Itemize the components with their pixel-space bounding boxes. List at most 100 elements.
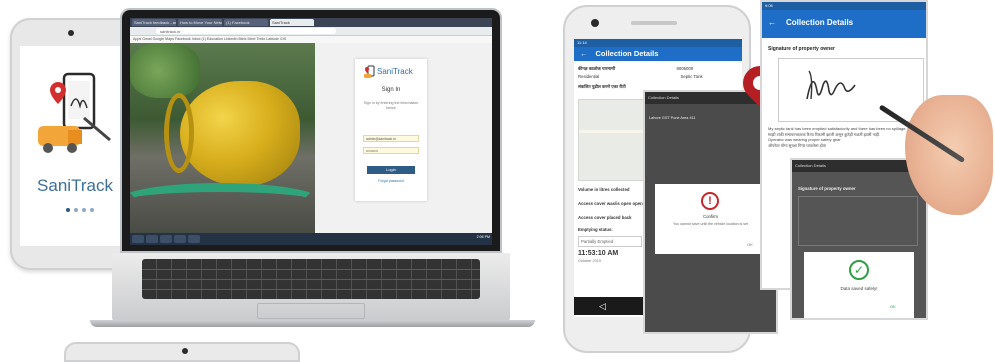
success-popup-screen: Collection Details Signature of property… — [790, 158, 928, 320]
app-title: SaniTrack — [37, 176, 113, 195]
windows-taskbar: 2:06 PM — [130, 233, 492, 245]
row-label: Residential — [578, 74, 600, 79]
sanitrack-logo-icon — [364, 65, 375, 78]
detail-row: Emptying status: — [578, 227, 613, 232]
success-dialog: ✓ Data saved safely! OK — [804, 252, 914, 318]
warning-icon: ! — [701, 192, 719, 210]
front-camera — [591, 19, 599, 27]
detail-row: संकलित पुढील करणे एका रीती — [578, 84, 626, 90]
trackpad — [257, 303, 365, 319]
dialog-message: You cannot save until the vehicle locati… — [673, 222, 748, 226]
status-bar: 11:14 — [574, 39, 742, 47]
back-arrow-icon[interactable]: ← — [580, 49, 588, 58]
taskbar-app[interactable] — [174, 235, 186, 243]
signature-pad[interactable] — [798, 196, 918, 246]
confirm-dialog: ! Confirm You cannot save until the vehi… — [655, 184, 766, 254]
browser-tab[interactable]: How to Move Your Network — [178, 19, 222, 26]
status-bar: 9:05 — [762, 2, 926, 10]
browser-tab-active[interactable]: SaniTrack — [270, 19, 314, 26]
detail-row: Volume in litres collected — [578, 187, 630, 192]
browser-tab-bar: SaniTrack feedback - admin How to Move Y… — [130, 18, 492, 27]
app-bar: ← Collection Details — [762, 10, 926, 38]
carousel-dot[interactable] — [74, 208, 78, 212]
signature-label: Signature of property owner — [798, 186, 856, 191]
login-button[interactable]: Login — [367, 166, 415, 174]
map-road — [579, 130, 649, 133]
declaration-line: My septic tank has been emptied satisfac… — [768, 126, 907, 131]
success-message: Data saved safely! — [840, 286, 878, 291]
brand-name: SaniTrack — [377, 67, 413, 76]
declaration-line: ऑपरेटर योग्य सुरक्षा गियर घातलेला होता — [768, 142, 827, 148]
dialog-ok-button[interactable]: OK — [747, 242, 753, 247]
tree-foliage — [130, 43, 200, 98]
signature-stroke — [806, 70, 856, 100]
carousel-dot[interactable] — [90, 208, 94, 212]
app-bar: ← Collection Details — [574, 47, 742, 61]
carousel-dot[interactable] — [82, 208, 86, 212]
dialog-title: Confirm — [702, 214, 719, 219]
bookmarks-bar[interactable]: Apps Gmail Google Maps Facebook Inbox (1… — [130, 36, 492, 43]
detail-row: Residential Septic Tank — [578, 74, 703, 79]
laptop-foot — [90, 320, 535, 327]
tank-hatch — [164, 93, 194, 173]
address-bar: sanitrack.in — [130, 27, 492, 36]
laptop-screen: SaniTrack feedback - admin How to Move Y… — [130, 18, 492, 245]
forgot-password-link[interactable]: Forgot password — [355, 179, 427, 183]
key-row — [142, 269, 480, 270]
declaration-text: My septic tank has been emptied satisfac… — [768, 126, 918, 148]
password-field[interactable]: •••••••••• — [363, 147, 419, 154]
taskbar-app[interactable] — [188, 235, 200, 243]
sanitrack-logo-icon — [38, 72, 111, 153]
check-icon: ✓ — [849, 260, 869, 280]
row-value: Septic Tank — [680, 74, 703, 79]
signature-label: Signature of property owner — [768, 46, 835, 52]
row-label: Access cover was/is open open — [578, 201, 643, 206]
login-panel: SaniTrack Sign In Sign in by entering th… — [315, 43, 492, 233]
email-field[interactable]: admin@sanitrack.in — [363, 135, 419, 142]
popup-row: Lahore GST Pune Area 411 — [649, 116, 696, 120]
location-map[interactable] — [578, 99, 649, 181]
row-label: कीनज्ञ काळोक पारमाणी — [578, 66, 616, 71]
browser-tab[interactable]: (1) Facebook — [224, 19, 268, 26]
yellow-tank — [180, 81, 300, 186]
detail-row: कीनज्ञ काळोक पारमाणी 8005000 — [578, 66, 693, 72]
row-value: 8005000 — [676, 66, 694, 71]
app-bar-title: Collection Details — [786, 18, 854, 27]
back-nav-icon[interactable]: ◁ — [599, 301, 606, 312]
row-label: Access cover placed back — [578, 215, 632, 220]
app-bar-title: Collection Details — [595, 49, 659, 58]
taskbar-app[interactable] — [146, 235, 158, 243]
splash-screen: SaniTrack — [20, 46, 130, 246]
green-hose — [130, 183, 315, 217]
taskbar-app[interactable] — [160, 235, 172, 243]
detail-row: Access cover placed back — [578, 215, 632, 220]
keyboard — [142, 259, 480, 299]
carousel-dot[interactable] — [66, 208, 70, 212]
back-arrow-icon[interactable]: ← — [768, 18, 776, 27]
start-button[interactable] — [132, 235, 144, 243]
carousel-dots — [60, 208, 100, 212]
sign-in-title: Sign In — [381, 87, 401, 93]
front-camera — [68, 30, 74, 36]
dialog-ok-button[interactable]: OK — [890, 304, 896, 309]
key-row — [142, 279, 480, 280]
speaker — [631, 21, 677, 25]
emptying-status-select[interactable]: Partially Emptied — [578, 236, 642, 247]
row-label: Volume in litres collected — [578, 187, 630, 192]
row-label: Emptying status: — [578, 227, 613, 232]
confirm-popup-screen: Collection Details Lahore GST Pune Area … — [643, 90, 778, 334]
front-camera — [182, 348, 188, 354]
signature-pad[interactable] — [778, 58, 924, 122]
row-label: संकलित पुढील करणे एका रीती — [578, 84, 626, 89]
detail-row: Access cover was/is open open — [578, 201, 643, 206]
hero-photo-vacuum-tanker — [130, 43, 315, 233]
laptop-base — [112, 253, 510, 323]
time-value: 11:53:10 AM — [578, 250, 619, 257]
browser-tab[interactable]: SaniTrack feedback - admin — [132, 19, 176, 26]
taskbar-clock: 2:06 PM — [476, 235, 490, 239]
sign-in-subtitle: Sign in by entering the information belo… — [363, 101, 419, 110]
login-card: SaniTrack Sign In Sign in by entering th… — [355, 59, 427, 201]
key-row — [142, 289, 480, 290]
url-input[interactable]: sanitrack.in — [156, 28, 336, 34]
partial-phone — [64, 342, 300, 362]
